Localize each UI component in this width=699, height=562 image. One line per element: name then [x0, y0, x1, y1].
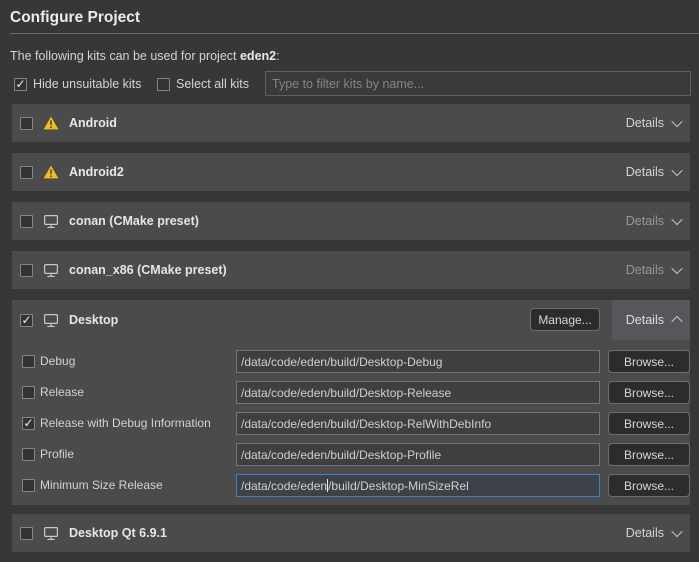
kit-name: conan_x86 (CMake preset) — [69, 263, 227, 277]
project-name: eden2 — [240, 49, 276, 63]
kit-checkbox-desktop[interactable] — [20, 314, 33, 327]
build-config-row-profile: Profile Browse... — [12, 443, 690, 466]
build-config-label: Release with Debug Information — [40, 412, 211, 435]
details-label: Details — [626, 526, 664, 540]
kit-row-conan[interactable]: conan (CMake preset) Details — [12, 202, 690, 240]
details-toggle-desktop[interactable]: Details — [612, 300, 690, 340]
build-config-checkbox-profile[interactable] — [22, 448, 35, 461]
build-config-checkbox-release[interactable] — [22, 386, 35, 399]
select-all-kits-label: Select all kits — [176, 77, 249, 91]
details-toggle-android2[interactable]: Details — [626, 153, 690, 191]
kit-row-android2[interactable]: Android2 Details — [12, 153, 690, 191]
browse-button-release[interactable]: Browse... — [608, 381, 690, 404]
kit-checkbox-android[interactable] — [20, 117, 33, 130]
build-config-checkbox-relwithdebinfo[interactable] — [22, 417, 35, 430]
kit-filter-input[interactable] — [265, 71, 691, 96]
build-dir-input-profile[interactable] — [236, 443, 600, 466]
title-separator — [10, 33, 699, 34]
build-config-label: Profile — [40, 443, 74, 466]
build-config-label: Minimum Size Release — [40, 474, 163, 497]
details-label: Details — [626, 263, 664, 277]
details-toggle-conan[interactable]: Details — [626, 202, 690, 240]
build-config-row-release: Release Browse... — [12, 381, 690, 404]
build-dir-input-minsizerel[interactable]: /data/code/eden/build/Desktop-MinSizeRel — [236, 474, 600, 497]
chevron-down-icon — [671, 526, 682, 537]
kit-row-desktop-qt[interactable]: Desktop Qt 6.9.1 Details — [12, 514, 690, 552]
build-dir-input-release[interactable] — [236, 381, 600, 404]
build-config-row-relwithdebinfo: Release with Debug Information Browse... — [12, 412, 690, 435]
page-title: Configure Project — [10, 9, 140, 27]
details-label: Details — [626, 313, 664, 327]
kit-checkbox-conan[interactable] — [20, 215, 33, 228]
warning-icon — [43, 165, 59, 180]
path-text-before-caret: /data/code/eden — [241, 479, 327, 493]
kit-checkbox-android2[interactable] — [20, 166, 33, 179]
build-config-row-debug: Debug Browse... — [12, 350, 690, 373]
hide-unsuitable-kits-checkbox[interactable]: Hide unsuitable kits — [14, 77, 141, 91]
kit-name: Android2 — [69, 165, 124, 179]
build-config-row-minsizerel: Minimum Size Release /data/code/eden/bui… — [12, 474, 690, 497]
kit-name: Android — [69, 116, 117, 130]
kits-description-prefix: The following kits can be used for proje… — [10, 49, 240, 63]
kits-description-suffix: : — [276, 49, 279, 63]
path-text-after-caret: /build/Desktop-MinSizeRel — [328, 479, 469, 493]
details-label: Details — [626, 165, 664, 179]
build-config-checkbox-minsizerel[interactable] — [22, 479, 35, 492]
kit-name: Desktop — [69, 313, 118, 327]
chevron-down-icon — [671, 165, 682, 176]
kit-checkbox-desktop-qt[interactable] — [20, 527, 33, 540]
kit-panel-desktop: Desktop Manage... Details Debug Browse..… — [12, 300, 690, 505]
kit-row-conan-x86[interactable]: conan_x86 (CMake preset) Details — [12, 251, 690, 289]
browse-button-relwithdebinfo[interactable]: Browse... — [608, 412, 690, 435]
kits-description: The following kits can be used for proje… — [10, 49, 280, 63]
kit-row-desktop[interactable]: Desktop — [12, 300, 118, 340]
select-all-kits-checkbox[interactable]: Select all kits — [157, 77, 249, 91]
kit-name: conan (CMake preset) — [69, 214, 199, 228]
details-label: Details — [626, 116, 664, 130]
kit-row-android[interactable]: Android Details — [12, 104, 690, 142]
build-config-label: Debug — [40, 350, 75, 373]
browse-button-profile[interactable]: Browse... — [608, 443, 690, 466]
kit-name: Desktop Qt 6.9.1 — [69, 526, 167, 540]
chevron-down-icon — [671, 214, 682, 225]
checkbox-unchecked-icon[interactable] — [157, 78, 170, 91]
configure-project-page: Configure Project The following kits can… — [0, 0, 699, 562]
build-dir-input-debug[interactable] — [236, 350, 600, 373]
kit-checkbox-conan-x86[interactable] — [20, 264, 33, 277]
desktop-icon — [43, 313, 59, 328]
details-label: Details — [626, 214, 664, 228]
details-toggle-desktop-qt[interactable]: Details — [626, 514, 690, 552]
hide-unsuitable-kits-label: Hide unsuitable kits — [33, 77, 141, 91]
browse-button-debug[interactable]: Browse... — [608, 350, 690, 373]
chevron-down-icon — [671, 263, 682, 274]
desktop-icon — [43, 263, 59, 278]
build-config-label: Release — [40, 381, 84, 404]
details-toggle-conan-x86[interactable]: Details — [626, 251, 690, 289]
desktop-icon — [43, 526, 59, 541]
warning-icon — [43, 116, 59, 131]
manage-kits-button[interactable]: Manage... — [530, 308, 600, 331]
browse-button-minsizerel[interactable]: Browse... — [608, 474, 690, 497]
details-toggle-android[interactable]: Details — [626, 104, 690, 142]
build-dir-input-relwithdebinfo[interactable] — [236, 412, 600, 435]
checkbox-checked-icon[interactable] — [14, 78, 27, 91]
chevron-down-icon — [671, 116, 682, 127]
chevron-up-icon — [671, 316, 682, 327]
build-config-checkbox-debug[interactable] — [22, 355, 35, 368]
desktop-icon — [43, 214, 59, 229]
